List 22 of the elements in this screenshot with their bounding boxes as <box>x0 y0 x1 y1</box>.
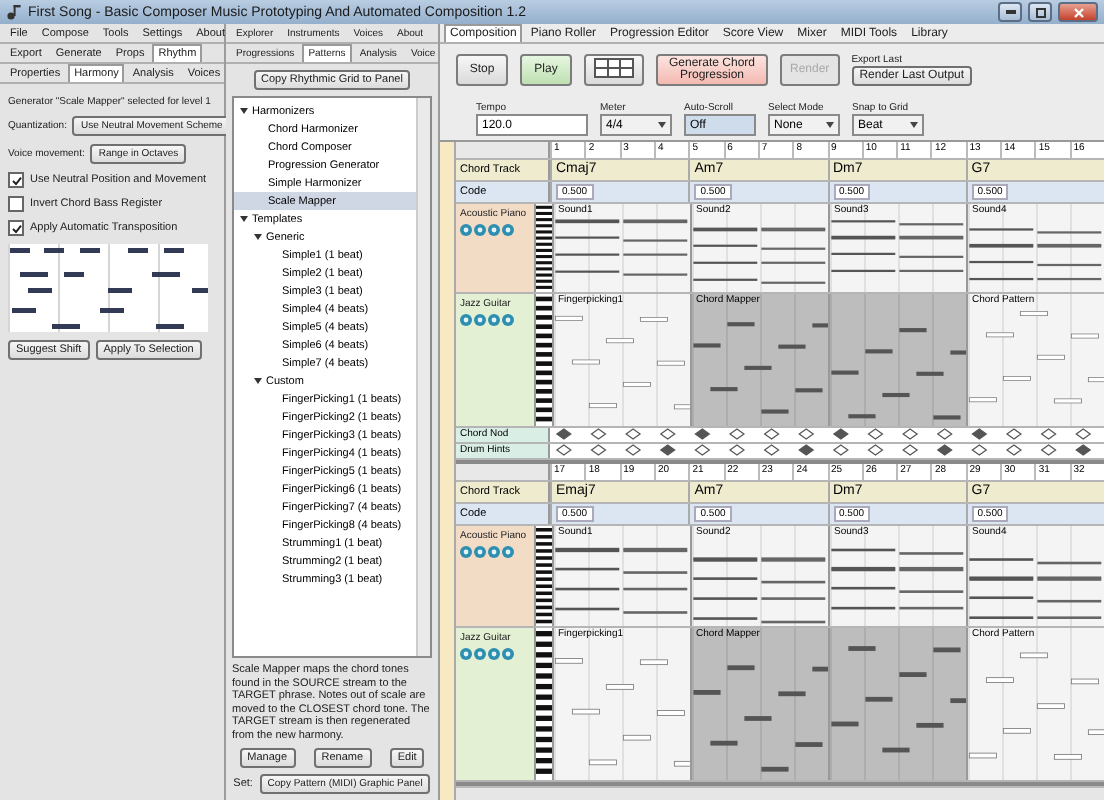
minimize-icon <box>1005 10 1015 14</box>
caret-icon <box>658 122 666 128</box>
caret-icon <box>826 122 834 128</box>
checkbox[interactable] <box>8 220 24 236</box>
expander-icon[interactable] <box>254 234 262 240</box>
expander-icon[interactable] <box>240 108 248 114</box>
ruler-header <box>456 464 550 480</box>
expander-icon[interactable] <box>254 378 262 384</box>
caret-icon <box>910 122 918 128</box>
checkbox[interactable] <box>8 196 24 212</box>
scrollbar[interactable] <box>416 98 430 656</box>
checkbox[interactable] <box>8 172 24 188</box>
grid-icon <box>594 57 634 78</box>
scrollbar[interactable] <box>456 786 1104 800</box>
maximize-icon <box>1035 7 1045 17</box>
close-icon <box>1073 7 1083 17</box>
close-button[interactable] <box>1058 2 1098 22</box>
maximize-button[interactable] <box>1028 2 1052 22</box>
app-icon <box>6 4 22 20</box>
expander-icon[interactable] <box>240 216 248 222</box>
minimize-button[interactable] <box>998 2 1022 22</box>
chord-grid-button[interactable] <box>584 54 644 86</box>
